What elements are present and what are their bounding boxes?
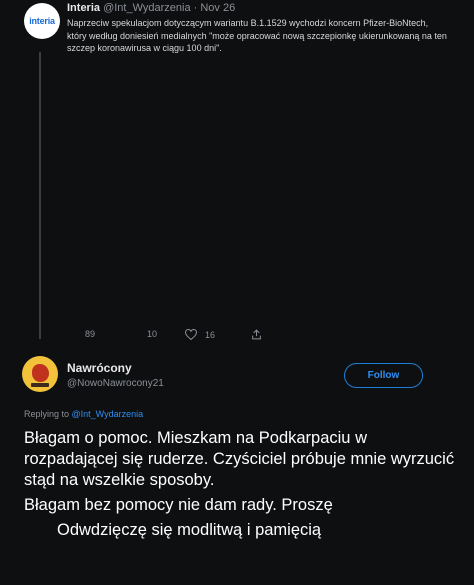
share-action[interactable] [251,329,262,340]
follow-button[interactable]: Follow [344,363,423,388]
thread-line [39,52,41,339]
like-action[interactable]: 16 [185,329,215,340]
avatar[interactable]: interia [24,3,60,39]
tweet-text-line: Odwdzięczę się modlitwą i pamięcią [57,521,322,539]
retweet-count: 10 [147,329,158,339]
reply-count: 89 [85,329,96,339]
quoted-tweet-header: Interia @Int_Wydarzenia · Nov 26 [67,2,235,14]
tweet-text-line: Błagam o pomoc. Mieszkam na Podkarpaciu … [24,429,455,489]
quoted-tweet-text: Naprzeciw spekulacjom dotyczącym wariant… [67,18,447,53]
replying-to: Replying to @Int_Wydarzenia [24,409,143,419]
author-handle[interactable]: @Int_Wydarzenia [103,2,191,14]
replying-to-prefix: Replying to [24,409,72,419]
author-name[interactable]: Interia [67,2,100,14]
tweet-text: Błagam o pomoc. Mieszkam na Podkarpaciu … [24,428,464,541]
avatar-caption-strip [31,383,49,387]
replying-to-link[interactable]: @Int_Wydarzenia [72,409,144,419]
avatar[interactable] [22,356,58,392]
tweet-text-line: Błagam bez pomocy nie dam rady. Proszę [24,496,333,514]
heart-icon [185,329,197,340]
author-name[interactable]: Nawrócony [67,361,132,375]
share-icon [252,329,261,340]
retweet-action[interactable]: 10 [129,329,157,339]
reply-action[interactable]: 89 [67,329,95,339]
avatar-logo-text: interia [29,16,55,26]
author-handle[interactable]: @NowoNawrocony21 [67,378,164,389]
meta-separator: · [190,2,201,14]
tweet-date[interactable]: Nov 26 [200,2,235,14]
avatar-figure [32,364,49,382]
like-count: 16 [205,329,216,340]
